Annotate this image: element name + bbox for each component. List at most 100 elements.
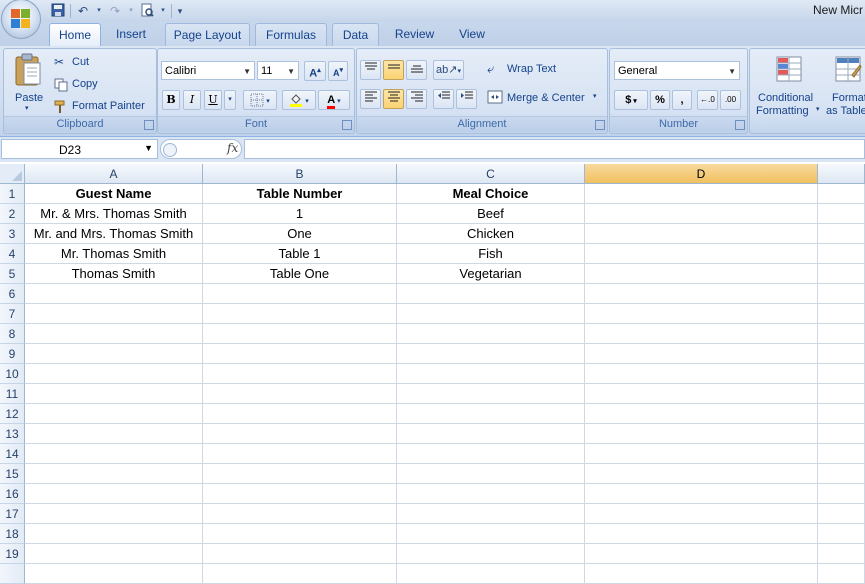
borders-button[interactable]: ▾ [243, 90, 277, 110]
tab-home[interactable]: Home [49, 23, 101, 46]
empty-cell[interactable] [25, 484, 203, 504]
row-header[interactable]: 19 [0, 544, 25, 564]
empty-cell[interactable] [397, 284, 585, 304]
empty-cell[interactable] [818, 364, 865, 384]
empty-cell[interactable] [25, 564, 203, 584]
empty-cell[interactable] [818, 484, 865, 504]
underline-button[interactable]: U [204, 90, 222, 110]
empty-cell[interactable] [203, 424, 397, 444]
italic-button[interactable]: I [183, 90, 201, 110]
empty-cell[interactable] [397, 304, 585, 324]
empty-cell[interactable] [397, 424, 585, 444]
undo-icon[interactable]: ↶ [75, 3, 91, 19]
empty-cell[interactable] [585, 464, 818, 484]
cut-button[interactable]: ✂ Cut [54, 55, 114, 72]
empty-cell[interactable] [585, 344, 818, 364]
row-header[interactable]: 5 [0, 264, 25, 284]
insert-function-icon[interactable]: fx [227, 141, 238, 155]
align-left-button[interactable] [360, 89, 381, 109]
tab-page-layout[interactable]: Page Layout [165, 23, 250, 46]
print-preview-dropdown-icon[interactable]: ▾ [159, 3, 167, 19]
empty-cell[interactable] [203, 464, 397, 484]
paste-button[interactable]: Paste ▾ [8, 51, 48, 113]
data-cell[interactable]: Thomas Smith [25, 264, 203, 284]
comma-style-button[interactable]: , [672, 90, 692, 110]
empty-cell[interactable] [818, 204, 865, 224]
empty-cell[interactable] [818, 504, 865, 524]
empty-cell[interactable] [25, 344, 203, 364]
decrease-indent-button[interactable] [433, 89, 454, 109]
clipboard-dialog-launcher-icon[interactable] [144, 120, 154, 130]
column-header-a[interactable]: A [25, 164, 203, 184]
shrink-font-button[interactable]: A▾ [328, 61, 348, 81]
row-header[interactable]: 13 [0, 424, 25, 444]
align-center-button[interactable] [383, 89, 404, 109]
empty-cell[interactable] [397, 484, 585, 504]
row-header[interactable]: 14 [0, 444, 25, 464]
empty-cell[interactable] [203, 324, 397, 344]
align-middle-button[interactable] [383, 60, 404, 80]
empty-cell[interactable] [397, 464, 585, 484]
row-header[interactable]: 1 [0, 184, 25, 204]
row-header[interactable]: 2 [0, 204, 25, 224]
empty-cell[interactable] [203, 564, 397, 584]
header-cell[interactable]: Table Number [203, 184, 397, 204]
empty-cell[interactable] [585, 324, 818, 344]
empty-cell[interactable] [25, 504, 203, 524]
empty-cell[interactable] [203, 344, 397, 364]
empty-cell[interactable] [585, 544, 818, 564]
number-dialog-launcher-icon[interactable] [735, 120, 745, 130]
row-header[interactable]: 6 [0, 284, 25, 304]
empty-cell[interactable] [397, 504, 585, 524]
empty-cell[interactable] [818, 444, 865, 464]
align-bottom-button[interactable] [406, 60, 427, 80]
empty-cell[interactable] [203, 404, 397, 424]
row-header[interactable]: 3 [0, 224, 25, 244]
empty-cell[interactable] [25, 324, 203, 344]
tab-data[interactable]: Data [332, 23, 379, 46]
row-header[interactable]: 9 [0, 344, 25, 364]
empty-cell[interactable] [818, 524, 865, 544]
empty-cell[interactable] [585, 204, 818, 224]
empty-cell[interactable] [585, 444, 818, 464]
percent-style-button[interactable]: % [650, 90, 670, 110]
empty-cell[interactable] [818, 284, 865, 304]
increase-decimal-button[interactable]: ←.0 [697, 90, 718, 110]
empty-cell[interactable] [203, 484, 397, 504]
format-painter-button[interactable]: Format Painter [54, 99, 152, 116]
empty-cell[interactable] [585, 264, 818, 284]
print-preview-icon[interactable] [139, 3, 155, 19]
empty-cell[interactable] [25, 404, 203, 424]
grow-font-button[interactable]: A▴ [304, 61, 326, 81]
row-header[interactable]: 10 [0, 364, 25, 384]
data-cell[interactable]: Mr. Thomas Smith [25, 244, 203, 264]
empty-cell[interactable] [818, 464, 865, 484]
row-header[interactable]: 15 [0, 464, 25, 484]
empty-cell[interactable] [585, 284, 818, 304]
empty-cell[interactable] [203, 284, 397, 304]
empty-cell[interactable] [397, 564, 585, 584]
format-as-table-button[interactable]: Format as Table [824, 51, 865, 117]
empty-cell[interactable] [585, 184, 818, 204]
data-cell[interactable]: 1 [203, 204, 397, 224]
font-family-select[interactable]: Calibri ▼ [161, 61, 255, 80]
empty-cell[interactable] [25, 524, 203, 544]
align-right-button[interactable] [406, 89, 427, 109]
tab-view[interactable]: View [450, 23, 494, 45]
empty-cell[interactable] [203, 524, 397, 544]
empty-cell[interactable] [818, 544, 865, 564]
empty-cell[interactable] [397, 364, 585, 384]
tab-insert[interactable]: Insert [106, 23, 156, 45]
formula-input[interactable] [244, 139, 865, 159]
tab-formulas[interactable]: Formulas [255, 23, 327, 46]
empty-cell[interactable] [818, 184, 865, 204]
column-header-d[interactable]: D [585, 164, 818, 184]
empty-cell[interactable] [585, 404, 818, 424]
align-top-button[interactable] [360, 60, 381, 80]
alignment-dialog-launcher-icon[interactable] [595, 120, 605, 130]
wrap-text-button[interactable]: ⤶ Wrap Text [487, 61, 577, 79]
empty-cell[interactable] [818, 264, 865, 284]
data-cell[interactable]: Fish [397, 244, 585, 264]
customize-toolbar-icon[interactable]: ▾ [176, 3, 184, 19]
empty-cell[interactable] [818, 344, 865, 364]
